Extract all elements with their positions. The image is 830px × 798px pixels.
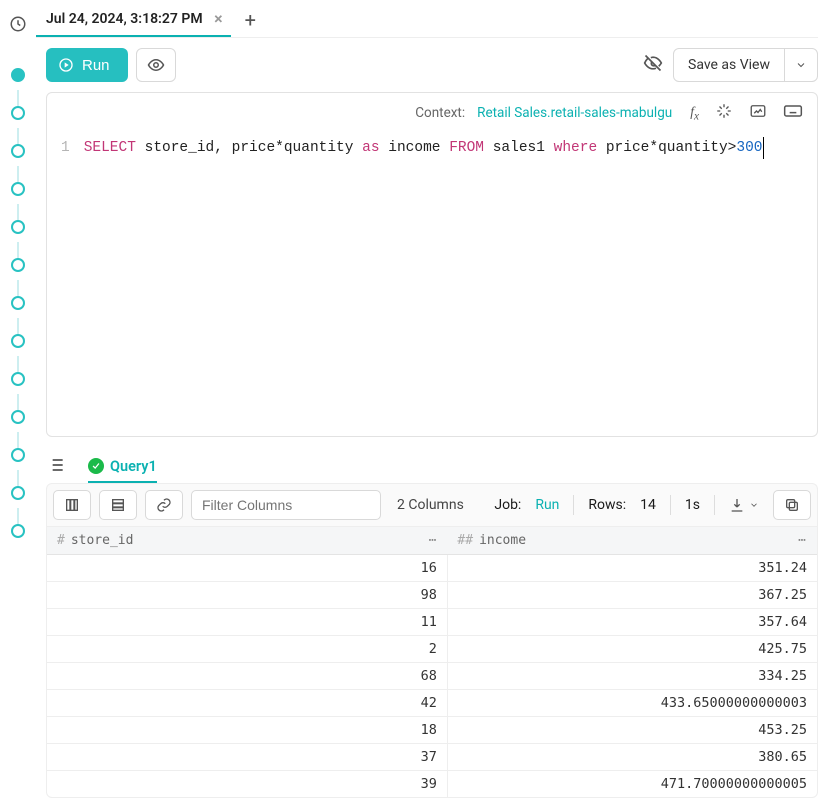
divider [573,495,574,515]
cell-store-id: 18 [47,717,447,744]
timeline-dot[interactable] [11,220,25,234]
column-header-income[interactable]: ##income ⋯ [447,527,817,555]
cell-income: 380.65 [447,744,817,771]
number-type-icon: # [57,533,65,548]
save-as-view-button[interactable]: Save as View [674,57,784,73]
table-row[interactable]: 16351.24 [47,555,817,582]
check-icon [88,458,104,474]
rows-value: 14 [640,497,656,513]
save-as-view: Save as View [673,48,818,82]
column-menu-icon[interactable]: ⋯ [429,533,438,548]
toolbar: Run Save as View [36,38,818,92]
job-label: Job: [494,497,521,513]
timeline-dot[interactable] [11,182,25,196]
context-label: Context: [415,105,465,121]
tab-title: Jul 24, 2024, 3:18:27 PM [46,11,203,27]
table-row[interactable]: 11357.64 [47,609,817,636]
cell-income: 433.65000000000003 [447,690,817,717]
editor-tabs: Jul 24, 2024, 3:18:27 PM × + [36,2,818,38]
visibility-off-icon[interactable] [643,53,663,77]
timeline-dot[interactable] [11,334,25,348]
rows-view-icon[interactable] [99,490,137,520]
job-run-link[interactable]: Run [535,497,559,513]
result-tab[interactable]: Query1 [88,451,157,483]
divider [714,495,715,515]
cell-income: 367.25 [447,582,817,609]
run-label: Run [82,57,110,74]
function-icon[interactable]: fx [690,104,699,123]
link-icon[interactable] [145,490,183,520]
image-ai-icon[interactable] [749,102,767,124]
context-bar: Context: Retail Sales.retail-sales-mabul… [47,93,817,133]
history-timeline [11,68,25,538]
list-icon[interactable] [46,455,66,479]
cell-income: 471.70000000000005 [447,771,817,798]
keyboard-icon[interactable] [783,101,803,125]
cell-store-id: 16 [47,555,447,582]
timeline-dot[interactable] [11,296,25,310]
add-tab-button[interactable]: + [245,8,256,32]
editor-tab[interactable]: Jul 24, 2024, 3:18:27 PM × [36,3,231,37]
timeline-dot[interactable] [11,372,25,386]
columns-count: 2 Columns [397,497,464,513]
save-as-view-dropdown[interactable] [784,49,817,81]
copy-button[interactable] [773,490,811,520]
column-menu-icon[interactable]: ⋯ [798,533,807,548]
divider [670,495,671,515]
cell-income: 453.25 [447,717,817,744]
preview-button[interactable] [136,48,176,82]
table-row[interactable]: 42433.65000000000003 [47,690,817,717]
cell-income: 351.24 [447,555,817,582]
cell-store-id: 42 [47,690,447,717]
columns-view-icon[interactable] [53,490,91,520]
float-type-icon: ## [457,533,473,548]
cell-store-id: 98 [47,582,447,609]
result-toolbar: 2 Columns Job: Run Rows: 14 1s [46,483,818,526]
result-tab-label: Query1 [110,458,157,475]
timeline-dot[interactable] [11,524,25,538]
cell-store-id: 2 [47,636,447,663]
timeline-dot[interactable] [11,486,25,500]
table-row[interactable]: 18453.25 [47,717,817,744]
results-panel: Query1 2 Columns Job: Run [46,451,818,798]
cell-income: 357.64 [447,609,817,636]
table-row[interactable]: 37380.65 [47,744,817,771]
download-button[interactable] [729,497,759,513]
cell-store-id: 11 [47,609,447,636]
rows-label: Rows: [588,497,626,513]
timeline-dot[interactable] [11,106,25,120]
table-row[interactable]: 68334.25 [47,663,817,690]
column-header-store-id[interactable]: #store_id ⋯ [47,527,447,555]
close-icon[interactable]: × [214,9,223,28]
filter-columns-input[interactable] [191,490,381,520]
timeline-dot[interactable] [11,258,25,272]
cell-store-id: 37 [47,744,447,771]
cell-income: 425.75 [447,636,817,663]
context-link[interactable]: Retail Sales.retail-sales-mabulgu [477,105,672,121]
timeline-dot-current[interactable] [11,68,25,82]
table-row[interactable]: 98367.25 [47,582,817,609]
line-number: 1 [61,137,70,432]
sql-code: SELECT store_id, price*quantity as incom… [84,137,763,432]
run-button[interactable]: Run [46,48,128,82]
sql-editor: Context: Retail Sales.retail-sales-mabul… [46,92,818,437]
cell-income: 334.25 [447,663,817,690]
sparkle-icon[interactable] [715,102,733,124]
duration: 1s [685,497,700,513]
table-row[interactable]: 39471.70000000000005 [47,771,817,798]
code-area[interactable]: 1 SELECT store_id, price*quantity as inc… [47,133,817,436]
clock-icon[interactable] [9,15,27,33]
cell-store-id: 39 [47,771,447,798]
caret [763,137,764,159]
cell-store-id: 68 [47,663,447,690]
history-rail [0,0,36,798]
results-table[interactable]: #store_id ⋯ ##income ⋯ 16351.2498367.251… [46,526,818,798]
timeline-dot[interactable] [11,448,25,462]
table-row[interactable]: 2425.75 [47,636,817,663]
timeline-dot[interactable] [11,410,25,424]
timeline-dot[interactable] [11,144,25,158]
